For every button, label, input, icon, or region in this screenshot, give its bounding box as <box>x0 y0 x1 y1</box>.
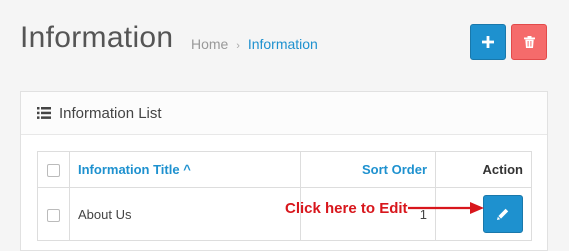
column-sort-order[interactable]: Sort Order <box>300 151 436 188</box>
edit-hint-annotation: Click here to Edit <box>285 200 408 217</box>
panel-title: Information List <box>59 105 162 122</box>
arrow-right-icon <box>408 202 484 214</box>
breadcrumb: Home › Information <box>191 36 318 52</box>
select-all-checkbox[interactable] <box>47 164 60 178</box>
table-header-row: Information Title ^ Sort Order Action <box>37 151 532 188</box>
list-icon <box>37 107 51 119</box>
information-table: Information Title ^ Sort Order Action Ab… <box>37 151 532 241</box>
column-action: Action <box>435 151 532 188</box>
row-title: About Us <box>69 187 301 241</box>
trash-icon <box>523 36 535 48</box>
row-checkbox[interactable] <box>47 208 60 222</box>
delete-button[interactable] <box>511 24 547 60</box>
breadcrumb-separator: › <box>236 40 240 52</box>
select-all-cell <box>37 151 70 188</box>
row-select-cell <box>37 187 70 241</box>
pencil-icon <box>497 208 509 220</box>
panel-heading: Information List <box>21 92 547 135</box>
sort-asc-icon: ^ <box>183 162 191 177</box>
page-title: Information <box>20 21 174 54</box>
information-list-panel: Information List Information Title ^ Sor… <box>20 91 548 251</box>
column-information-title[interactable]: Information Title ^ <box>69 151 301 188</box>
breadcrumb-information[interactable]: Information <box>248 36 318 52</box>
breadcrumb-home[interactable]: Home <box>191 36 228 52</box>
column-information-title-label: Information Title <box>78 162 180 177</box>
plus-icon <box>482 36 494 48</box>
edit-button[interactable] <box>483 195 523 233</box>
add-button[interactable] <box>470 24 506 60</box>
